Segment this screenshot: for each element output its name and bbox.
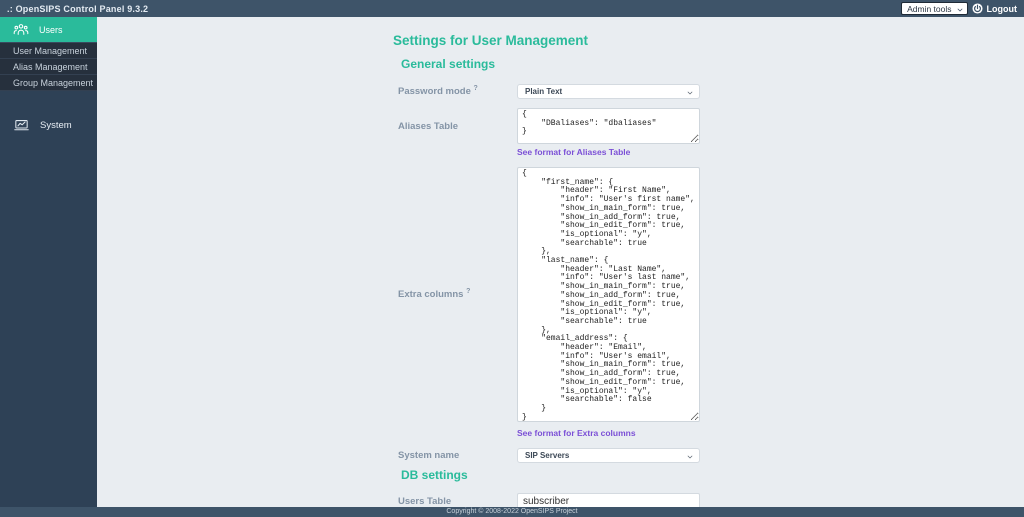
password-mode-select[interactable]: Plain Text	[517, 84, 700, 99]
app-title: .: OpenSIPS Control Panel 9.3.2	[7, 3, 149, 14]
sidebar-item-label: Alias Management	[13, 61, 88, 72]
chevron-down-icon	[957, 8, 962, 12]
sidebar-item-label: Group Management	[13, 77, 94, 88]
sidebar-item-system[interactable]: System	[0, 113, 97, 137]
section-db-settings: DB settings	[401, 468, 468, 482]
sidebar-item-group-management[interactable]: Group Management	[0, 75, 97, 91]
chevron-down-icon	[687, 455, 693, 458]
aliases-table-format-link[interactable]: See format for Aliases Table	[517, 147, 1024, 157]
help-marker[interactable]: ?	[466, 288, 470, 295]
section-general-settings: General settings	[401, 57, 496, 71]
sidebar-item-label: User Management	[13, 45, 88, 56]
password-mode-value: Plain Text	[525, 87, 563, 96]
footer: Copyright © 2008-2022 OpenSIPS Project	[0, 507, 1024, 517]
system-monitor-icon	[14, 119, 29, 130]
aliases-table-textarea[interactable]: { "DBaliases": "dbaliases" }	[517, 108, 700, 144]
users-group-icon	[13, 23, 29, 35]
sidebar-item-users[interactable]: Users	[0, 17, 97, 42]
logout-button[interactable]: Logout	[987, 4, 1018, 14]
system-name-row: System name SIP Servers	[398, 448, 1024, 463]
chevron-down-icon	[687, 91, 693, 94]
extra-columns-label: Extra columns ?	[398, 288, 471, 301]
system-name-label: System name	[398, 450, 460, 461]
copyright-text: Copyright © 2008-2022 OpenSIPS Project	[446, 508, 578, 515]
sidebar: Users User Management Alias Management G…	[0, 17, 97, 517]
sidebar-item-system-label: System	[40, 119, 72, 131]
main-content: Settings for User Management General set…	[97, 17, 1024, 517]
admin-tools-label: Admin tools	[907, 3, 952, 14]
sidebar-item-users-label: Users	[39, 24, 63, 35]
sidebar-item-alias-management[interactable]: Alias Management	[0, 59, 97, 75]
password-mode-label: Password mode ?	[398, 85, 478, 98]
users-table-label: Users Table	[398, 496, 452, 507]
admin-tools-select[interactable]: Admin tools	[901, 2, 968, 15]
aliases-table-label: Aliases Table	[398, 120, 459, 132]
aliases-table-row: Aliases Table { "DBaliases": "dbaliases"…	[398, 108, 1024, 144]
power-icon[interactable]	[971, 3, 983, 14]
system-name-value: SIP Servers	[525, 451, 570, 460]
users-submenu: User Management Alias Management Group M…	[0, 42, 97, 91]
topbar-actions: Admin tools Logout	[901, 2, 1017, 15]
page-title: Settings for User Management	[393, 33, 589, 48]
sidebar-item-user-management[interactable]: User Management	[0, 43, 97, 59]
top-bar: .: OpenSIPS Control Panel 9.3.2 Admin to…	[0, 0, 1024, 17]
password-mode-row: Password mode ? Plain Text	[398, 84, 1024, 99]
extra-columns-row: Extra columns ? { "first_name": { "heade…	[398, 167, 1024, 422]
system-name-select[interactable]: SIP Servers	[517, 448, 700, 463]
help-marker[interactable]: ?	[474, 85, 478, 92]
extra-columns-textarea[interactable]: { "first_name": { "header": "First Name"…	[517, 167, 700, 422]
extra-columns-format-link[interactable]: See format for Extra columns	[517, 428, 1024, 438]
